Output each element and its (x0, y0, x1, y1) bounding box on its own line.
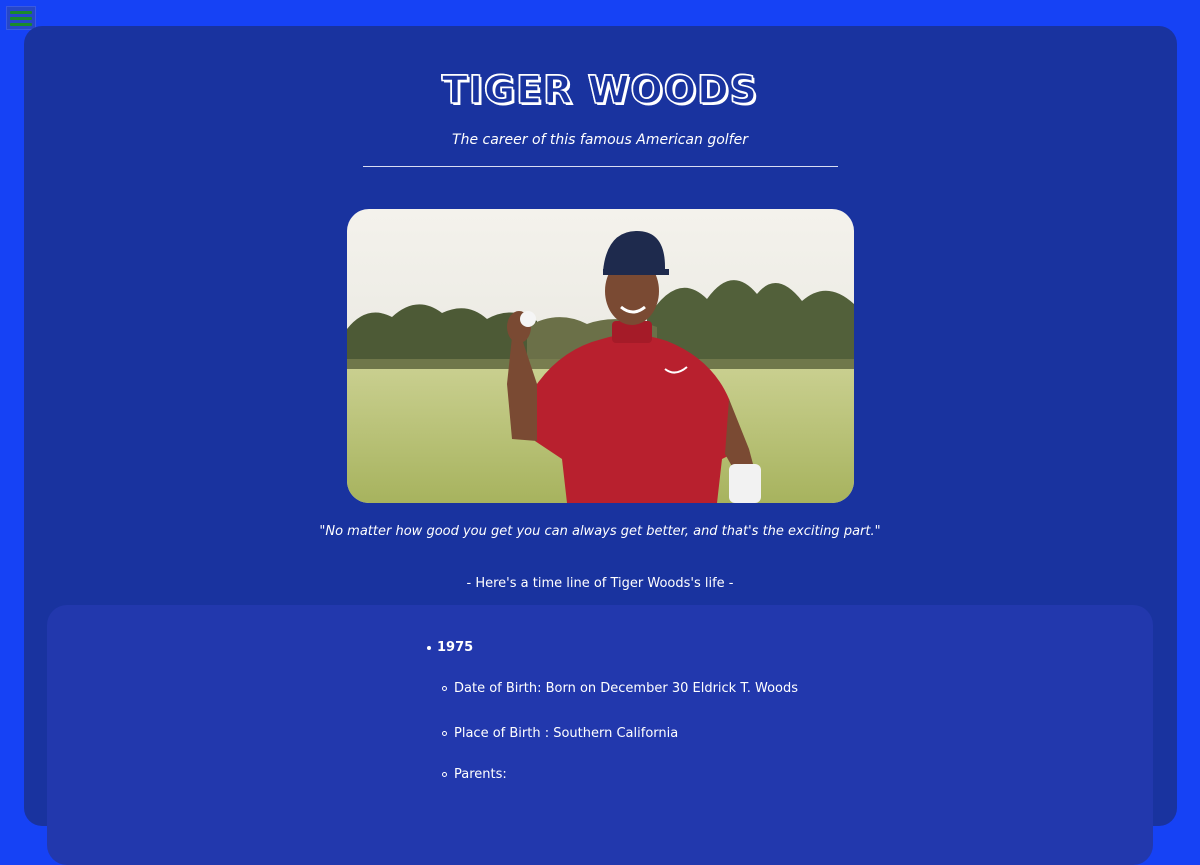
timeline-item-text: Parents: (454, 767, 507, 782)
hamburger-menu-icon (10, 10, 32, 14)
golfer-photo (347, 209, 854, 503)
hamburger-menu-icon-bar (10, 22, 32, 26)
timeline-year: 1975 (427, 640, 473, 655)
timeline-item: Place of Birth : Southern California (442, 726, 678, 741)
timeline-year-label: 1975 (437, 640, 474, 655)
timeline-item: Parents: (442, 767, 507, 782)
timeline-item: Date of Birth: Born on December 30 Eldri… (442, 681, 798, 696)
page-subtitle: The career of this famous American golfe… (452, 132, 748, 148)
timeline-intro: - Here's a time line of Tiger Woods's li… (466, 576, 734, 591)
menu-button[interactable] (6, 6, 36, 30)
circle-bullet-icon (442, 772, 447, 777)
page-title: TIGER WOODS (441, 67, 759, 113)
circle-bullet-icon (442, 686, 447, 691)
divider (363, 166, 838, 167)
timeline-item-text: Place of Birth : Southern California (454, 726, 679, 741)
timeline-item-text: Date of Birth: Born on December 30 Eldri… (454, 681, 799, 696)
hamburger-menu-icon-bar (10, 16, 32, 20)
circle-bullet-icon (442, 731, 447, 736)
bullet-icon (427, 645, 431, 650)
quote: "No matter how good you get you can alwa… (319, 524, 881, 539)
